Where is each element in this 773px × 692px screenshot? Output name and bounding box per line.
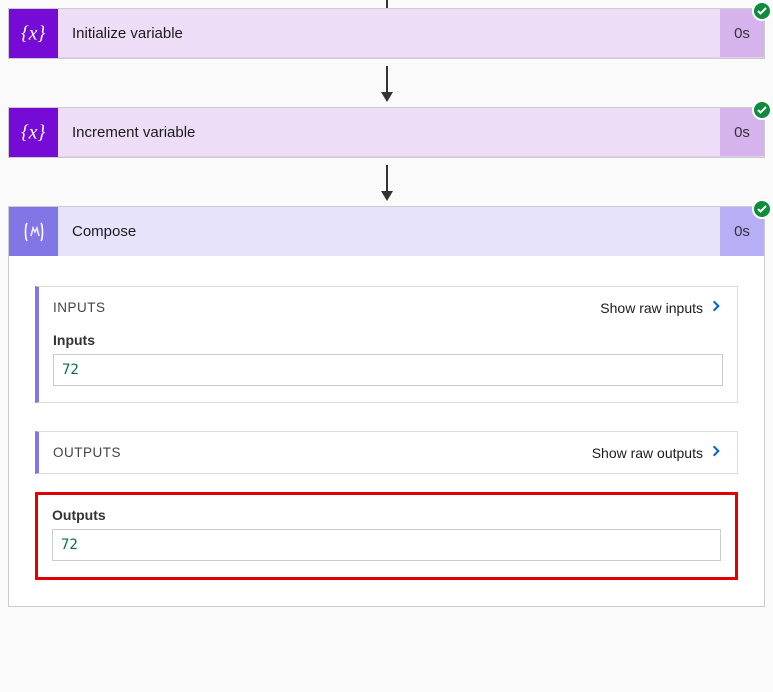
step-header[interactable]: {x} Increment variable 0s bbox=[9, 108, 764, 157]
svg-text:{x}: {x} bbox=[21, 123, 45, 144]
step-initialize-variable[interactable]: {x} Initialize variable 0s bbox=[8, 8, 765, 59]
step-details: INPUTS Show raw inputs Inputs 72 OUTPUTS… bbox=[9, 256, 764, 606]
step-compose: Compose 0s INPUTS Show raw inputs Inputs… bbox=[8, 206, 765, 607]
section-title: OUTPUTS bbox=[53, 445, 121, 460]
connector-arrow bbox=[8, 59, 765, 107]
connector-stub bbox=[8, 0, 765, 8]
section-title: INPUTS bbox=[53, 300, 106, 315]
step-title: Increment variable bbox=[58, 124, 720, 141]
svg-text:{x}: {x} bbox=[21, 24, 45, 45]
chevron-right-icon bbox=[709, 299, 723, 316]
raw-link-label: Show raw inputs bbox=[600, 300, 703, 316]
step-title: Initialize variable bbox=[58, 25, 720, 42]
show-raw-inputs-link[interactable]: Show raw inputs bbox=[600, 299, 723, 316]
inputs-field-label: Inputs bbox=[53, 332, 723, 348]
step-header[interactable]: {x} Initialize variable 0s bbox=[9, 9, 764, 58]
status-success-icon bbox=[752, 100, 772, 120]
variable-icon: {x} bbox=[9, 9, 58, 58]
status-success-icon bbox=[752, 199, 772, 219]
outputs-highlight: Outputs 72 bbox=[35, 492, 738, 580]
compose-icon bbox=[9, 207, 58, 256]
outputs-section: OUTPUTS Show raw outputs bbox=[35, 431, 738, 474]
step-increment-variable[interactable]: {x} Increment variable 0s bbox=[8, 107, 765, 158]
inputs-section: INPUTS Show raw inputs Inputs 72 bbox=[35, 286, 738, 403]
step-header[interactable]: Compose 0s bbox=[9, 207, 764, 256]
show-raw-outputs-link[interactable]: Show raw outputs bbox=[592, 444, 723, 461]
connector-arrow bbox=[8, 158, 765, 206]
chevron-right-icon bbox=[709, 444, 723, 461]
inputs-value: 72 bbox=[53, 354, 723, 386]
variable-icon: {x} bbox=[9, 108, 58, 157]
step-title: Compose bbox=[58, 223, 720, 240]
outputs-field-label: Outputs bbox=[52, 507, 721, 523]
outputs-value: 72 bbox=[52, 529, 721, 561]
raw-link-label: Show raw outputs bbox=[592, 445, 703, 461]
status-success-icon bbox=[752, 1, 772, 21]
